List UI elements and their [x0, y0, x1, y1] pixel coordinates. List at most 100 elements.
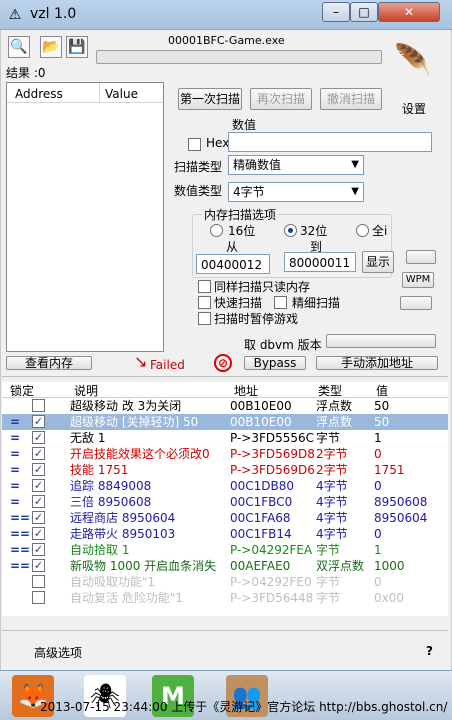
cell-value: 50 — [374, 399, 390, 413]
lock-checkbox[interactable] — [32, 591, 45, 604]
next-scan-button[interactable]: 再次扫描 — [250, 88, 312, 110]
settings-logo-icon[interactable]: 🪶 — [390, 32, 436, 90]
lock-checkbox[interactable]: ✓ — [32, 431, 45, 444]
cell-desc: 开启技能效果这个必须改0 — [70, 447, 210, 461]
show-button[interactable]: 显示 — [362, 251, 394, 273]
freeze-marker: = — [10, 479, 21, 493]
cell-address: 00AEFAE0 — [230, 559, 291, 573]
cell-address: 00C1FB14 — [230, 527, 292, 541]
close-button[interactable]: ✕ — [378, 2, 440, 22]
table-row[interactable]: == ✓ 远程商店 8950604 00C1FA68 4字节 8950604 — [2, 510, 448, 526]
view-memory-button[interactable]: 查看内存 — [6, 356, 92, 370]
freeze-marker: = — [10, 431, 21, 445]
failed-label: Failed — [150, 358, 185, 372]
scan-type-value: 精确数值 — [233, 158, 282, 172]
freeze-marker: = — [10, 415, 21, 429]
fine-scan-checkbox[interactable] — [274, 296, 287, 309]
table-row[interactable]: 自动吸取功能"1 P->04292FE0 字节 0 — [2, 574, 448, 590]
bypass-button[interactable]: Bypass — [244, 356, 306, 370]
hex-label: Hex — [206, 136, 230, 150]
lock-checkbox[interactable]: ✓ — [32, 543, 45, 556]
wpm-button[interactable]: WPM — [402, 272, 434, 288]
lock-checkbox[interactable] — [32, 399, 45, 412]
description-column-header[interactable]: 说明 — [74, 382, 98, 399]
table-row[interactable]: = ✓ 技能 1751 P->3FD569D6 2字节 1751 — [2, 462, 448, 478]
cell-type: 字节 — [316, 591, 341, 605]
table-row[interactable]: 自动复活 危险功能"1 P->3FD56448 字节 0x00 — [2, 590, 448, 606]
cell-type: 4字节 — [316, 479, 348, 493]
same-readonly-checkbox[interactable] — [198, 280, 211, 293]
table-row[interactable]: = ✓ 无敌 1 P->3FD5556C 字节 1 — [2, 430, 448, 446]
table-row[interactable]: = ✓ 开启技能效果这个必须改0 P->3FD569D8 2字节 0 — [2, 446, 448, 462]
side-button[interactable] — [406, 250, 436, 264]
lock-checkbox[interactable]: ✓ — [32, 527, 45, 540]
cell-type: 字节 — [316, 543, 341, 557]
lock-checkbox[interactable] — [32, 575, 45, 588]
minimize-button[interactable]: – — [322, 2, 350, 22]
cell-address: 00C1FA68 — [230, 511, 291, 525]
cell-desc: 自动拾取 1 — [70, 543, 130, 557]
table-row[interactable]: = ✓ 追踪 8849008 00C1DB80 4字节 0 — [2, 478, 448, 494]
radio-all-label: 全i — [372, 224, 388, 238]
dbvm-button[interactable] — [326, 334, 436, 348]
settings-label[interactable]: 设置 — [402, 100, 426, 117]
chevron-down-icon: ▼ — [351, 159, 359, 170]
lock-checkbox[interactable]: ✓ — [32, 511, 45, 524]
first-scan-button[interactable]: 第一次扫描 — [178, 88, 242, 110]
radio-all[interactable] — [356, 224, 369, 237]
cell-value: 1 — [374, 431, 382, 445]
table-row[interactable]: = ✓ 三倍 8950608 00C1FBC0 4字节 8950608 — [2, 494, 448, 510]
fast-scan-checkbox[interactable] — [198, 296, 211, 309]
cell-address: 00C1DB80 — [230, 479, 295, 493]
cell-desc: 技能 1751 — [70, 463, 129, 477]
cell-value: 0 — [374, 447, 382, 461]
table-row[interactable]: == ✓ 自动拾取 1 P->04292FEA 字节 1 — [2, 542, 448, 558]
address-column-header[interactable]: 地址 — [234, 382, 258, 399]
cell-desc: 无敌 1 — [70, 431, 106, 445]
radio-32bit[interactable] — [284, 224, 297, 237]
value-column-header[interactable]: Value — [105, 87, 138, 101]
lock-checkbox[interactable]: ✓ — [32, 495, 45, 508]
table-row[interactable]: = ✓ 超级移动 [关掉轻功] 50 00B10E00 浮点数 50 — [2, 414, 448, 430]
undo-scan-button[interactable]: 撤消扫描 — [320, 88, 382, 110]
lock-checkbox[interactable]: ✓ — [32, 559, 45, 572]
value-input[interactable] — [228, 132, 432, 152]
lock-checkbox[interactable]: ✓ — [32, 463, 45, 476]
cell-type: 2字节 — [316, 447, 348, 461]
from-address-input[interactable]: 00400012 — [196, 254, 270, 274]
lock-column-header[interactable]: 锁定 — [10, 382, 34, 399]
table-row[interactable]: 超级移动 改 3为关闭 00B10E00 浮点数 50 — [2, 398, 448, 414]
table-row[interactable]: == ✓ 走路带火 8950103 00C1FB14 4字节 0 — [2, 526, 448, 542]
cheat-table[interactable]: 超级移动 改 3为关闭 00B10E00 浮点数 50 = ✓ 超级移动 [关掉轻功] 50… — [2, 398, 448, 616]
stop-icon[interactable]: ⊘ — [214, 354, 232, 372]
to-address-input[interactable]: 80000011 — [284, 252, 356, 272]
lock-checkbox[interactable]: ✓ — [32, 415, 45, 428]
table-row[interactable]: == ✓ 新吸物 1000 开启血条消失 00AEFAE0 双浮点数 1000 — [2, 558, 448, 574]
open-file-button[interactable]: 📂 — [40, 36, 62, 58]
value-type-select[interactable]: 4字节 ▼ — [228, 182, 364, 202]
address-column-header[interactable]: Address — [15, 87, 63, 101]
radio-32bit-label: 32位 — [300, 224, 328, 238]
scan-type-select[interactable]: 精确数值 ▼ — [228, 155, 364, 175]
help-button[interactable]: ? — [426, 644, 433, 658]
value-type-label: 数值类型 — [174, 184, 223, 198]
pause-game-checkbox[interactable] — [198, 312, 211, 325]
type-column-header[interactable]: 类型 — [318, 382, 342, 399]
found-address-list[interactable]: Address Value — [6, 82, 164, 352]
lock-checkbox[interactable]: ✓ — [32, 447, 45, 460]
lock-checkbox[interactable]: ✓ — [32, 479, 45, 492]
freeze-marker: == — [10, 527, 31, 541]
value-label: 数值 — [232, 118, 257, 132]
side-button-2[interactable] — [400, 296, 432, 310]
advanced-options-button[interactable]: 高级选项 — [34, 644, 82, 661]
save-button[interactable]: 💾 — [66, 36, 88, 58]
cell-desc: 走路带火 8950103 — [70, 527, 176, 541]
manual-add-address-button[interactable]: 手动添加地址 — [316, 356, 438, 370]
value-column-header[interactable]: 值 — [376, 382, 388, 399]
cell-address: P->3FD5556C — [230, 431, 315, 445]
radio-16bit[interactable] — [210, 224, 223, 237]
open-process-button[interactable]: 🔍 — [8, 36, 30, 58]
cell-type: 浮点数 — [316, 415, 353, 429]
maximize-button[interactable]: □ — [350, 2, 378, 22]
hex-checkbox[interactable] — [188, 138, 201, 151]
